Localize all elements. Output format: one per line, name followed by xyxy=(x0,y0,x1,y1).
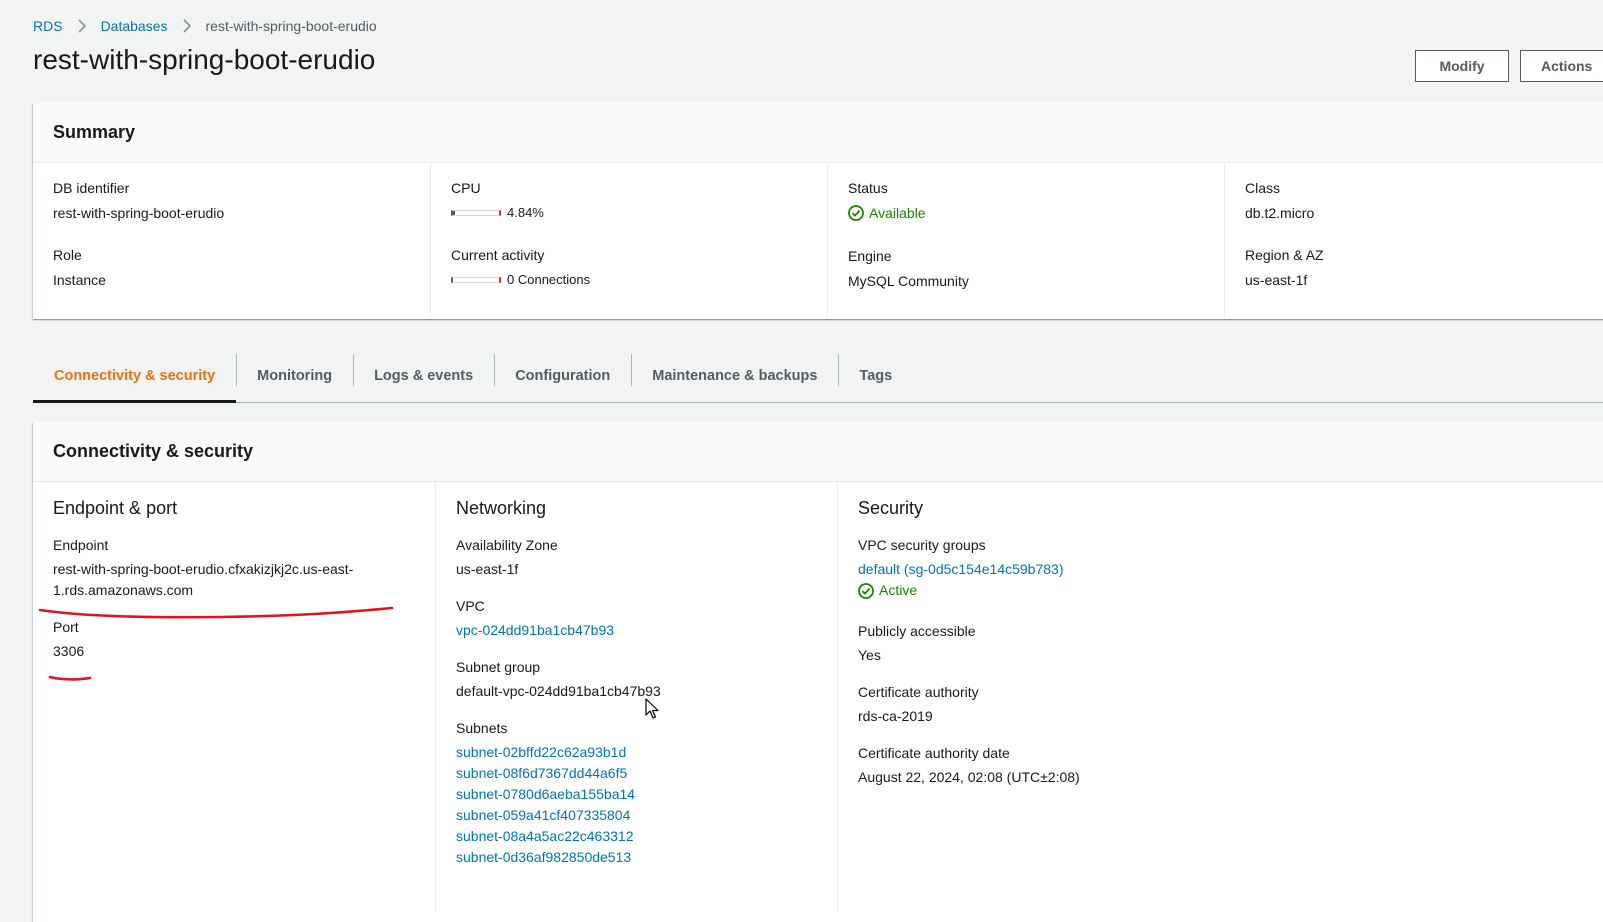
availability-zone-value: us-east-1f xyxy=(456,561,519,577)
subnet-group-label: Subnet group xyxy=(456,659,541,675)
breadcrumb-databases-link[interactable]: Databases xyxy=(101,18,168,34)
current-activity-label: Current activity xyxy=(451,247,545,263)
security-heading: Security xyxy=(858,498,924,518)
security-group-status-text: Active xyxy=(879,582,918,598)
cpu-value: 4.84% xyxy=(507,205,544,220)
chevron-right-icon xyxy=(77,17,87,35)
subnet-link[interactable]: subnet-02bffd22c62a93b1d xyxy=(456,744,626,760)
status-value: Available xyxy=(869,205,926,221)
security-groups-label: VPC security groups xyxy=(858,537,986,553)
actions-button[interactable]: Actions xyxy=(1520,50,1603,82)
summary-header: Summary xyxy=(33,103,1603,163)
networking-column: Networking Availability Zone us-east-1f … xyxy=(435,482,837,912)
connectivity-grid: Endpoint & port Endpoint rest-with-sprin… xyxy=(33,482,1603,912)
subnet-link[interactable]: subnet-0780d6aeba155ba14 xyxy=(456,786,635,802)
activity-progress-bar xyxy=(451,277,501,283)
security-group-status: Active xyxy=(858,580,917,601)
detail-tabs: Connectivity & security Monitoring Logs … xyxy=(33,350,1603,403)
tab-tags[interactable]: Tags xyxy=(838,350,913,402)
endpoint-port-heading: Endpoint & port xyxy=(53,498,178,518)
role-label: Role xyxy=(53,247,82,263)
endpoint-label: Endpoint xyxy=(53,537,109,553)
subnet-link[interactable]: subnet-0d36af982850de513 xyxy=(456,849,631,865)
endpoint-port-column: Endpoint & port Endpoint rest-with-sprin… xyxy=(33,482,435,912)
subnets-list: subnet-02bffd22c62a93b1d subnet-08f6d736… xyxy=(456,742,817,868)
summary-column-status: Status Available Engine MySQL Community xyxy=(827,163,1224,318)
check-circle-icon xyxy=(848,205,864,221)
connectivity-panel: Connectivity & security Endpoint & port … xyxy=(33,422,1603,922)
status-badge: Available xyxy=(848,203,926,223)
connectivity-header: Connectivity & security xyxy=(33,422,1603,482)
subnets-label: Subnets xyxy=(456,720,508,736)
port-value: 3306 xyxy=(53,643,85,659)
engine-label: Engine xyxy=(848,248,892,264)
certificate-authority-date-value: August 22, 2024, 02:08 (UTC±2:08) xyxy=(858,768,1080,785)
networking-heading: Networking xyxy=(456,498,547,518)
class-label: Class xyxy=(1245,180,1281,196)
summary-column-class: Class db.t2.micro Region & AZ us-east-1f xyxy=(1224,163,1603,318)
summary-column-cpu: CPU 4.84% Current activity 0 Connections xyxy=(430,163,827,318)
publicly-accessible-value: Yes xyxy=(858,646,881,663)
breadcrumb: RDS Databases rest-with-spring-boot-erud… xyxy=(33,16,377,36)
endpoint-line-2: 1.rds.amazonaws.com xyxy=(53,582,194,598)
connectivity-title: Connectivity & security xyxy=(53,441,254,461)
certificate-authority-date-label: Certificate authority date xyxy=(858,744,1010,761)
tab-monitoring[interactable]: Monitoring xyxy=(236,350,353,402)
security-column: Security VPC security groups default (sg… xyxy=(837,482,1537,912)
db-identifier-label: DB identifier xyxy=(53,180,130,196)
endpoint-line-1: rest-with-spring-boot-erudio.cfxakizjkj2… xyxy=(53,561,354,577)
modify-button[interactable]: Modify xyxy=(1415,50,1509,82)
current-activity-value: 0 Connections xyxy=(507,272,591,287)
security-group-link[interactable]: default (sg-0d5c154e14c59b783) xyxy=(858,561,1064,577)
certificate-authority-label: Certificate authority xyxy=(858,683,979,700)
breadcrumb-current: rest-with-spring-boot-erudio xyxy=(205,18,377,34)
availability-zone-label: Availability Zone xyxy=(456,537,558,553)
subnet-group-value: default-vpc-024dd91ba1cb47b93 xyxy=(456,683,661,699)
check-circle-icon xyxy=(858,582,874,599)
cpu-label: CPU xyxy=(451,180,481,196)
tab-logs-events[interactable]: Logs & events xyxy=(353,350,494,402)
summary-grid: DB identifier rest-with-spring-boot-erud… xyxy=(33,163,1603,318)
class-value: db.t2.micro xyxy=(1245,205,1315,221)
summary-title: Summary xyxy=(53,122,136,142)
endpoint-value[interactable]: rest-with-spring-boot-erudio.cfxakizjkj2… xyxy=(53,559,415,601)
certificate-authority-value: rds-ca-2019 xyxy=(858,707,933,724)
region-label: Region & AZ xyxy=(1245,247,1324,263)
summary-column-identifier: DB identifier rest-with-spring-boot-erud… xyxy=(33,163,430,318)
cpu-progress-bar xyxy=(451,210,501,216)
chevron-right-icon xyxy=(182,17,192,35)
breadcrumb-rds-link[interactable]: RDS xyxy=(33,18,63,34)
activity-progress: 0 Connections xyxy=(451,270,590,290)
port-label: Port xyxy=(53,619,79,635)
region-value: us-east-1f xyxy=(1245,272,1308,288)
engine-value: MySQL Community xyxy=(848,273,969,289)
status-label: Status xyxy=(848,180,888,196)
summary-panel: Summary DB identifier rest-with-spring-b… xyxy=(33,103,1603,319)
subnet-link[interactable]: subnet-08a4a5ac22c463312 xyxy=(456,828,634,844)
vpc-link[interactable]: vpc-024dd91ba1cb47b93 xyxy=(456,622,614,638)
tab-connectivity-security[interactable]: Connectivity & security xyxy=(33,350,237,403)
tab-configuration[interactable]: Configuration xyxy=(494,350,631,402)
page-title: rest-with-spring-boot-erudio xyxy=(33,44,376,75)
publicly-accessible-label: Publicly accessible xyxy=(858,622,976,639)
subnet-link[interactable]: subnet-08f6d7367dd44a6f5 xyxy=(456,765,627,781)
vpc-label: VPC xyxy=(456,598,485,614)
tab-maintenance-backups[interactable]: Maintenance & backups xyxy=(631,350,838,402)
role-value: Instance xyxy=(53,272,106,288)
cpu-progress-fill xyxy=(453,211,456,215)
subnet-link[interactable]: subnet-059a41cf407335804 xyxy=(456,807,630,823)
db-identifier-value: rest-with-spring-boot-erudio xyxy=(53,205,225,221)
cpu-progress: 4.84% xyxy=(451,203,544,223)
